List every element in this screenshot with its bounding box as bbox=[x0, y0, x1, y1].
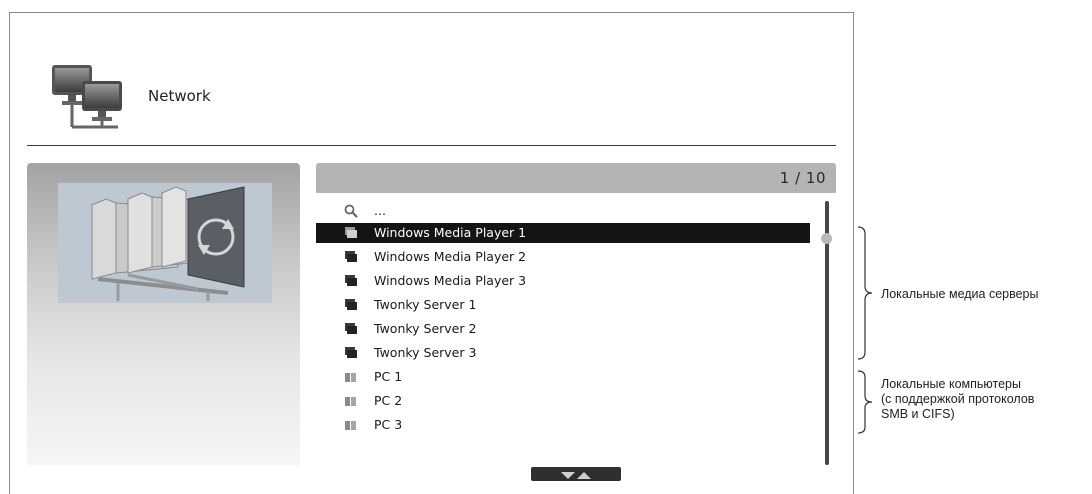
computer-share-icon bbox=[345, 421, 356, 430]
media-server-icon bbox=[345, 347, 357, 358]
page-title: Network bbox=[148, 87, 211, 105]
annotation-computers-line2: (с поддержкой протоколов bbox=[881, 392, 1035, 406]
media-server-icon bbox=[345, 323, 357, 334]
media-server-icon bbox=[345, 299, 357, 310]
annotation-computers-line1: Локальные компьютеры bbox=[881, 377, 1021, 391]
list-item-server[interactable]: Windows Media Player 2 bbox=[316, 247, 810, 267]
list-item-label: Twonky Server 1 bbox=[374, 297, 477, 312]
computers-brace bbox=[857, 370, 873, 434]
list-item-label: Windows Media Player 1 bbox=[374, 225, 527, 240]
search-icon bbox=[344, 204, 358, 218]
scrollbar-thumb[interactable] bbox=[821, 233, 832, 244]
list-item-server[interactable]: Windows Media Player 1 bbox=[316, 223, 810, 243]
page-arrows-icon bbox=[561, 472, 591, 479]
list-item-label: Windows Media Player 3 bbox=[374, 273, 527, 288]
media-servers-brace bbox=[857, 226, 873, 360]
page-indicator: 1 / 10 bbox=[779, 169, 826, 187]
list-item-computer[interactable]: PC 2 bbox=[316, 391, 810, 411]
list-header: 1 / 10 bbox=[316, 163, 836, 193]
list-item-server[interactable]: Twonky Server 3 bbox=[316, 343, 810, 363]
list-item-label: ... bbox=[374, 203, 386, 218]
network-share-illustration bbox=[91, 186, 245, 301]
list-item-computer[interactable]: PC 1 bbox=[316, 367, 810, 387]
list-item-server[interactable]: Windows Media Player 3 bbox=[316, 271, 810, 291]
header-divider bbox=[27, 145, 836, 146]
preview-image bbox=[58, 183, 272, 303]
computer-share-icon bbox=[345, 397, 356, 406]
preview-panel bbox=[27, 163, 300, 465]
media-server-icon bbox=[345, 227, 357, 238]
list-item-server[interactable]: Twonky Server 2 bbox=[316, 319, 810, 339]
list-item-computer[interactable]: PC 3 bbox=[316, 415, 810, 435]
list-item-label: PC 2 bbox=[374, 393, 403, 408]
list-item-search[interactable]: ... bbox=[316, 201, 810, 221]
list-item-label: PC 3 bbox=[374, 417, 403, 432]
media-server-icon bbox=[345, 275, 357, 286]
list-item-label: Windows Media Player 2 bbox=[374, 249, 527, 264]
list-item-label: Twonky Server 3 bbox=[374, 345, 477, 360]
computer-share-icon bbox=[345, 373, 356, 382]
list-item-server[interactable]: Twonky Server 1 bbox=[316, 295, 810, 315]
media-server-icon bbox=[345, 251, 357, 262]
network-icon bbox=[52, 65, 122, 129]
page-navigation-arrows[interactable] bbox=[531, 467, 621, 481]
network-screen: Network 1 / 10 ... Windows Media Player … bbox=[9, 12, 854, 494]
list-item-label: Twonky Server 2 bbox=[374, 321, 477, 336]
annotation-media-servers: Локальные медиа серверы bbox=[881, 287, 1039, 301]
list-item-label: PC 1 bbox=[374, 369, 403, 384]
annotation-computers-line3: SMB и CIFS) bbox=[881, 407, 955, 421]
